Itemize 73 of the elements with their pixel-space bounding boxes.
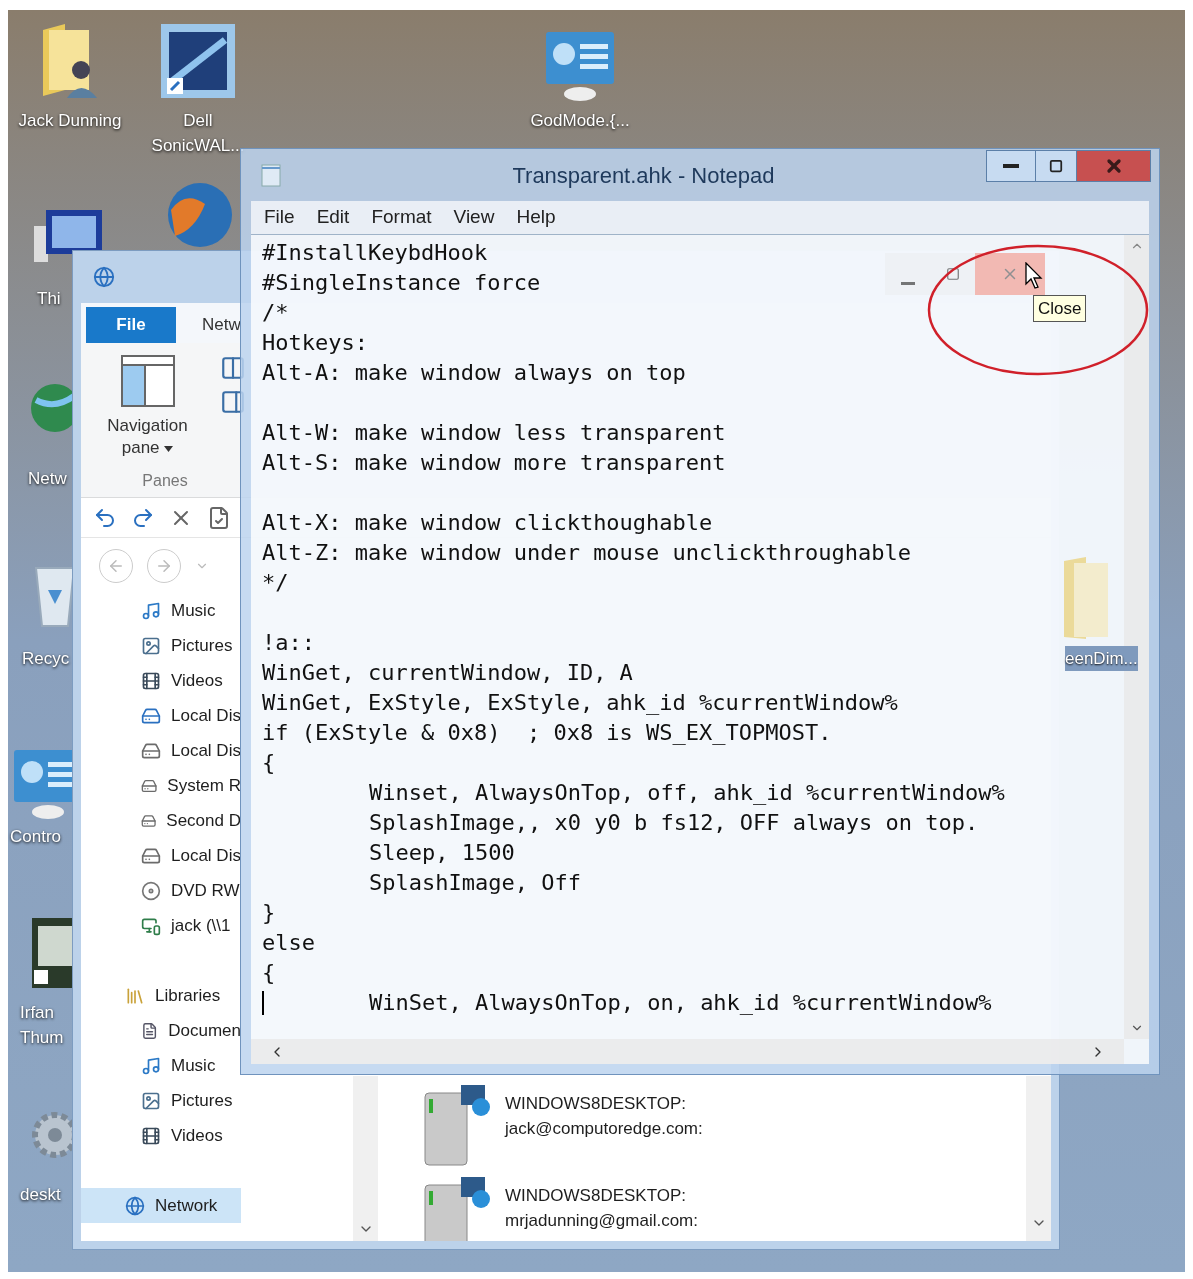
tooltip: Close (1033, 295, 1087, 322)
properties-icon[interactable] (207, 505, 231, 530)
code-line: #InstallKeybdHook (262, 239, 488, 267)
device-account: mrjadunning@gmail.com: (505, 1210, 698, 1232)
device-name: WINDOWS8DESKTOP: (505, 1185, 688, 1207)
code-line: Alt-X: make window clickthoughable (262, 509, 713, 537)
globe-icon (125, 1195, 145, 1216)
ribbon-tab[interactable]: Netw (202, 307, 241, 343)
menu-item[interactable]: File (264, 203, 295, 232)
maximize-icon (1049, 159, 1063, 173)
document-icon (141, 1020, 159, 1041)
code-line: #SingleInstance force (262, 269, 541, 297)
code-line: Alt-Z: make window under mouse unclickthroughable (262, 539, 911, 567)
code-line: { (262, 749, 276, 777)
device-name: WINDOWS8DESKTOP: (505, 1093, 688, 1115)
close-button[interactable] (975, 253, 1045, 295)
close-button[interactable] (1076, 150, 1151, 182)
code-line: !a:: (262, 629, 315, 657)
code-line: WinGet, currentWindow, ID, A (262, 659, 633, 687)
code-line: SplashImage,, x0 y0 b fs12, OFF always on top. (369, 809, 979, 837)
nav-item[interactable]: Network (81, 1188, 241, 1223)
maximize-button[interactable] (1036, 150, 1076, 182)
desktop-icon-label[interactable]: Jack Dunning (10, 108, 130, 133)
minimize-icon (900, 282, 915, 285)
code-line: else (262, 929, 315, 957)
menu-item[interactable]: Help (516, 203, 556, 232)
music-note-icon (141, 1055, 161, 1076)
caret-icon (164, 445, 174, 452)
minimize-button[interactable] (986, 150, 1036, 182)
minimize-icon (1003, 164, 1019, 168)
globe-icon (165, 180, 235, 250)
code-line: SplashImage, Off (369, 869, 581, 897)
pane-layout-icon (120, 355, 175, 407)
film-icon (141, 670, 161, 691)
menu-item[interactable]: Format (371, 203, 432, 232)
code-line: WinSet, AlwaysOnTop, on, ahk_id %currentWindow% (369, 989, 992, 1017)
picture-icon (141, 1090, 161, 1111)
text-cursor (262, 991, 264, 1015)
menu-item[interactable]: Edit (316, 203, 350, 232)
window-title: Transparent.ahk - Notepad (512, 162, 775, 190)
picture-icon (141, 635, 161, 656)
music-note-icon (141, 600, 161, 621)
horizontal-scrollbar[interactable] (251, 1039, 1124, 1064)
file-tab[interactable]: File (86, 307, 176, 343)
mouse-pointer-icon (1025, 262, 1043, 290)
device-account: jack@computoredge.com: (505, 1118, 703, 1140)
code-line: Alt-W: make window less transparent (262, 419, 726, 447)
notepad-icon (261, 163, 281, 187)
code-line: if (ExStyle & 0x8) ; 0x8 is WS_EX_TOPMOST. (262, 719, 832, 747)
content-scrollbar[interactable] (1026, 1076, 1051, 1241)
code-line: } (262, 899, 276, 927)
media-server-icon (421, 1083, 493, 1167)
media-server-icon (421, 1175, 493, 1241)
desktop-icon-label[interactable]: GodMode.{... (513, 108, 647, 133)
code-line: Winset, AlwaysOnTop, off, ahk_id %currentWindow% (369, 779, 1005, 807)
menu-item[interactable]: View (453, 203, 495, 232)
film-icon (141, 1125, 161, 1146)
navigation-pane-button[interactable]: Navigation pane (95, 355, 200, 459)
disc-icon (141, 880, 161, 901)
maximize-icon (945, 267, 960, 281)
code-line: Sleep, 1500 (369, 839, 515, 867)
nav-scrollbar[interactable] (353, 1076, 378, 1241)
network-icon (93, 266, 115, 288)
code-line: WinGet, ExStyle, ExStyle, ahk_id %currentWindow% (262, 689, 898, 717)
code-line: Hotkeys: (262, 329, 368, 357)
desktop-icon-label[interactable]: Dell SonicWAL... (140, 108, 256, 158)
code-line: Alt-A: make window always on top (262, 359, 686, 387)
code-line: */ (262, 569, 289, 597)
code-line: /* (262, 299, 289, 327)
ribbon-group-label: Panes (141, 471, 189, 491)
code-line: Alt-S: make window more transparent (262, 449, 726, 477)
app-tile-icon (159, 22, 237, 100)
code-line: { (262, 959, 276, 987)
